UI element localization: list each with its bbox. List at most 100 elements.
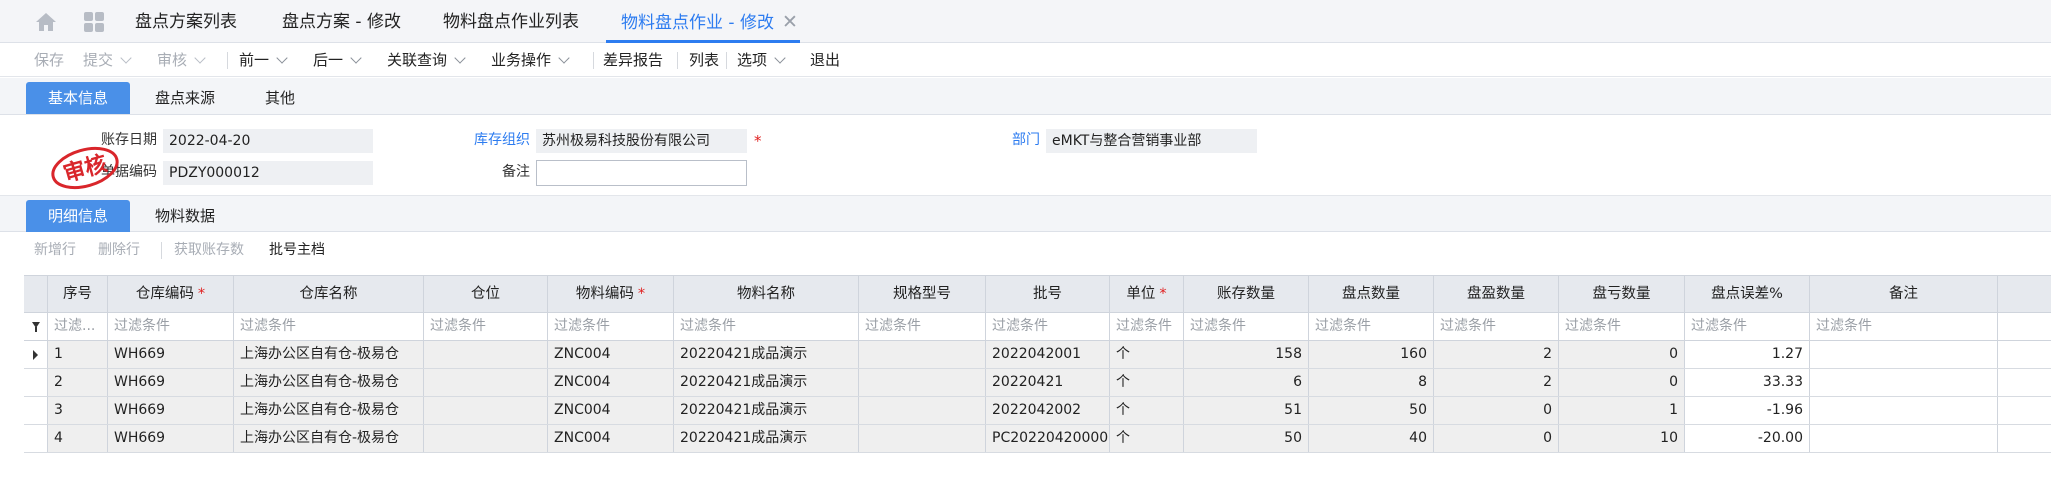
cell-seq[interactable]: 3 bbox=[48, 397, 108, 424]
cell-spec[interactable] bbox=[859, 397, 986, 424]
cell-count-qty[interactable]: 160 bbox=[1309, 341, 1434, 368]
cell-spec[interactable] bbox=[859, 425, 986, 452]
cell-spec[interactable] bbox=[859, 369, 986, 396]
cell-count-qty[interactable]: 40 bbox=[1309, 425, 1434, 452]
filter-error-pct[interactable]: 过滤条件 bbox=[1685, 313, 1810, 340]
col-header-batch-no[interactable]: 批号 bbox=[986, 276, 1110, 312]
cell-warehouse-code[interactable]: WH669 bbox=[108, 341, 234, 368]
cell-book-qty[interactable]: 50 bbox=[1184, 425, 1309, 452]
row-indicator[interactable] bbox=[24, 425, 48, 452]
fetch-stock-button[interactable]: 获取账存数 bbox=[174, 233, 244, 267]
col-header-unit[interactable]: 单位 * bbox=[1110, 276, 1184, 312]
cell-remark[interactable] bbox=[1810, 425, 1998, 452]
cell-remark[interactable] bbox=[1810, 369, 1998, 396]
row-indicator[interactable] bbox=[24, 369, 48, 396]
cell-warehouse-code[interactable]: WH669 bbox=[108, 369, 234, 396]
filter-material-name[interactable]: 过滤条件 bbox=[674, 313, 859, 340]
filter-warehouse-code[interactable]: 过滤条件 bbox=[108, 313, 234, 340]
cell-warehouse-name[interactable]: 上海办公区自有仓-极易仓 bbox=[234, 397, 424, 424]
options-button[interactable]: 选项 bbox=[737, 43, 786, 77]
col-header-count-qty[interactable]: 盘点数量 bbox=[1309, 276, 1434, 312]
col-header-seq[interactable]: 序号 bbox=[48, 276, 108, 312]
cell-material-name[interactable]: 20220421成品演示 bbox=[674, 425, 859, 452]
table-row[interactable]: 4 WH669 上海办公区自有仓-极易仓 ZNC004 20220421成品演示 PC20… bbox=[24, 425, 2051, 453]
add-row-button[interactable]: 新增行 bbox=[34, 233, 76, 267]
cell-material-code[interactable]: ZNC004 bbox=[548, 397, 674, 424]
cell-book-qty[interactable]: 158 bbox=[1184, 341, 1309, 368]
col-header-remark[interactable]: 备注 bbox=[1810, 276, 1998, 312]
cell-location[interactable] bbox=[424, 341, 548, 368]
cell-location[interactable] bbox=[424, 369, 548, 396]
cell-loss-qty[interactable]: 0 bbox=[1559, 369, 1685, 396]
cell-gain-qty[interactable]: 0 bbox=[1434, 425, 1559, 452]
cell-location[interactable] bbox=[424, 397, 548, 424]
cell-batch-no[interactable]: 20220421 bbox=[986, 369, 1110, 396]
col-header-warehouse-code[interactable]: 仓库编码 * bbox=[108, 276, 234, 312]
row-indicator[interactable] bbox=[24, 341, 48, 368]
filter-book-qty[interactable]: 过滤条件 bbox=[1184, 313, 1309, 340]
col-header-error-pct[interactable]: 盘点误差% bbox=[1685, 276, 1810, 312]
remark-input[interactable] bbox=[536, 160, 747, 186]
submit-button[interactable]: 提交 bbox=[83, 43, 132, 77]
cell-material-name[interactable]: 20220421成品演示 bbox=[674, 341, 859, 368]
filter-seq[interactable]: 过滤... bbox=[48, 313, 108, 340]
apps-grid-icon[interactable] bbox=[83, 12, 105, 32]
cell-batch-no[interactable]: PC20220420000 bbox=[986, 425, 1110, 452]
table-row[interactable]: 3 WH669 上海办公区自有仓-极易仓 ZNC004 20220421成品演示 2022… bbox=[24, 397, 2051, 425]
business-ops-button[interactable]: 业务操作 bbox=[491, 43, 570, 77]
home-icon[interactable] bbox=[35, 12, 57, 32]
cell-unit[interactable]: 个 bbox=[1110, 369, 1184, 396]
filter-material-code[interactable]: 过滤条件 bbox=[548, 313, 674, 340]
row-indicator[interactable] bbox=[24, 397, 48, 424]
cell-remark[interactable] bbox=[1810, 341, 1998, 368]
col-header-spec[interactable]: 规格型号 bbox=[859, 276, 986, 312]
cell-error-pct[interactable]: -20.00 bbox=[1685, 425, 1810, 452]
cell-book-qty[interactable]: 51 bbox=[1184, 397, 1309, 424]
stock-org-field[interactable]: 苏州极易科技股份有限公司 bbox=[536, 129, 747, 153]
tab-detail-info[interactable]: 明细信息 bbox=[26, 200, 130, 232]
cell-count-qty[interactable]: 8 bbox=[1309, 369, 1434, 396]
filter-count-qty[interactable]: 过滤条件 bbox=[1309, 313, 1434, 340]
tab-material-count-list[interactable]: 物料盘点作业列表 bbox=[443, 0, 579, 43]
cell-spec[interactable] bbox=[859, 341, 986, 368]
cell-batch-no[interactable]: 2022042001 bbox=[986, 341, 1110, 368]
cell-gain-qty[interactable]: 0 bbox=[1434, 397, 1559, 424]
cell-material-code[interactable]: ZNC004 bbox=[548, 341, 674, 368]
cell-remark[interactable] bbox=[1810, 397, 1998, 424]
cell-loss-qty[interactable]: 10 bbox=[1559, 425, 1685, 452]
col-header-warehouse-name[interactable]: 仓库名称 bbox=[234, 276, 424, 312]
cell-batch-no[interactable]: 2022042002 bbox=[986, 397, 1110, 424]
next-button[interactable]: 后一 bbox=[313, 43, 362, 77]
tab-other[interactable]: 其他 bbox=[265, 82, 295, 114]
cell-warehouse-code[interactable]: WH669 bbox=[108, 397, 234, 424]
stock-date-field[interactable]: 2022-04-20 bbox=[163, 129, 373, 153]
cell-seq[interactable]: 4 bbox=[48, 425, 108, 452]
cell-error-pct[interactable]: -1.96 bbox=[1685, 397, 1810, 424]
exit-button[interactable]: 退出 bbox=[810, 43, 840, 77]
related-query-button[interactable]: 关联查询 bbox=[387, 43, 466, 77]
list-button[interactable]: 列表 bbox=[689, 43, 719, 77]
filter-remark[interactable]: 过滤条件 bbox=[1810, 313, 1998, 340]
cell-loss-qty[interactable]: 0 bbox=[1559, 341, 1685, 368]
tab-basic-info[interactable]: 基本信息 bbox=[26, 82, 130, 114]
close-icon[interactable]: ✕ bbox=[782, 11, 798, 33]
cell-unit[interactable]: 个 bbox=[1110, 425, 1184, 452]
col-header-book-qty[interactable]: 账存数量 bbox=[1184, 276, 1309, 312]
dept-field[interactable]: eMKT与整合营销事业部 bbox=[1046, 129, 1257, 153]
table-row[interactable]: 2 WH669 上海办公区自有仓-极易仓 ZNC004 20220421成品演示 2022… bbox=[24, 369, 2051, 397]
cell-material-name[interactable]: 20220421成品演示 bbox=[674, 397, 859, 424]
cell-gain-qty[interactable]: 2 bbox=[1434, 369, 1559, 396]
tab-inventory-plan-edit[interactable]: 盘点方案 - 修改 bbox=[282, 0, 401, 43]
cell-error-pct[interactable]: 33.33 bbox=[1685, 369, 1810, 396]
col-header-location[interactable]: 仓位 bbox=[424, 276, 548, 312]
tab-material-data[interactable]: 物料数据 bbox=[155, 200, 215, 232]
col-header-material-code[interactable]: 物料编码 * bbox=[548, 276, 674, 312]
filter-gain-qty[interactable]: 过滤条件 bbox=[1434, 313, 1559, 340]
cell-location[interactable] bbox=[424, 425, 548, 452]
delete-row-button[interactable]: 删除行 bbox=[98, 233, 140, 267]
cell-warehouse-name[interactable]: 上海办公区自有仓-极易仓 bbox=[234, 341, 424, 368]
save-button[interactable]: 保存 bbox=[34, 43, 64, 77]
filter-location[interactable]: 过滤条件 bbox=[424, 313, 548, 340]
batch-master-button[interactable]: 批号主档 bbox=[269, 233, 325, 267]
filter-batch-no[interactable]: 过滤条件 bbox=[986, 313, 1110, 340]
